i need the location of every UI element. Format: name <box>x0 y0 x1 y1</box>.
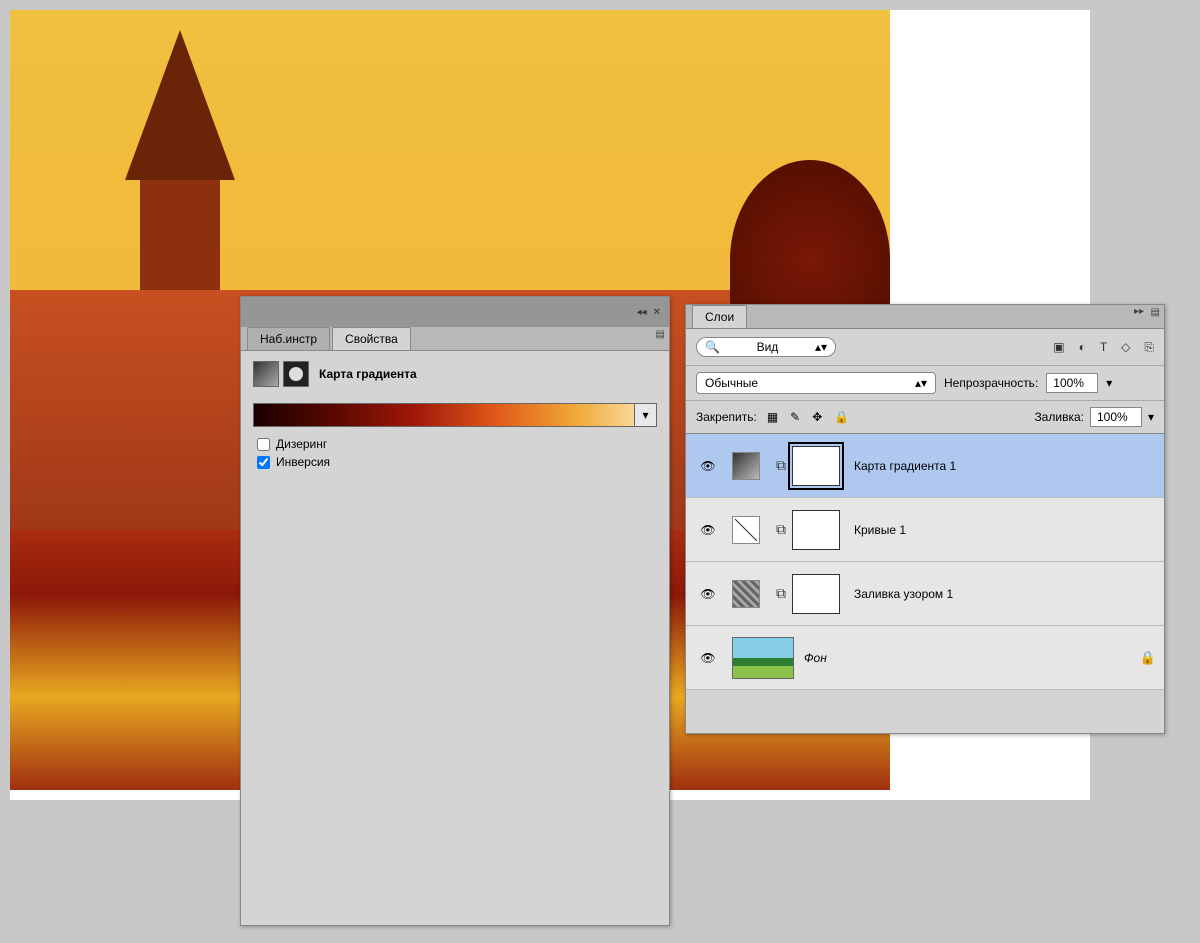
filter-kind-select[interactable]: 🔍 Вид ▴▾ <box>696 337 836 357</box>
lock-row: Закрепить: ▦ ✎ ✥ 🔒 Заливка: 100% ▾ <box>686 401 1164 434</box>
blend-row: Обычные ▴▾ Непрозрачность: 100% ▾ <box>686 366 1164 401</box>
inversion-checkbox[interactable] <box>257 456 270 469</box>
layer-row-pattern-fill[interactable]: 👁 ⧉ Заливка узором 1 <box>686 562 1164 626</box>
close-icon[interactable]: ✕ <box>653 307 661 318</box>
eye-icon: 👁 <box>700 587 715 601</box>
link-icon[interactable]: ⧉ <box>776 521 786 538</box>
fill-input[interactable]: 100% <box>1090 407 1142 427</box>
filter-icons: ▣ ◐ T ◇ ⎘ <box>1053 340 1154 355</box>
lock-icons: ▦ ✎ ✥ 🔒 <box>767 410 849 424</box>
panel-menu-icon[interactable]: ▤ <box>656 329 665 340</box>
properties-title: Карта градиента <box>319 367 417 381</box>
dithering-checkbox[interactable] <box>257 438 270 451</box>
link-icon[interactable]: ⧉ <box>776 457 786 474</box>
tab-layers[interactable]: Слои <box>692 305 747 328</box>
adjustment-thumb-pattern[interactable] <box>732 580 760 608</box>
visibility-toggle[interactable]: 👁 <box>694 523 722 537</box>
image-tower <box>125 30 235 310</box>
opacity-input[interactable]: 100% <box>1046 373 1098 393</box>
adjustment-thumb-gradient[interactable] <box>732 452 760 480</box>
layer-mask-thumb[interactable] <box>792 574 840 614</box>
layers-panel: Слои ▸▸ ▤ 🔍 Вид ▴▾ ▣ ◐ T ◇ ⎘ Обычные ▴▾ … <box>685 304 1165 734</box>
tab-instruments[interactable]: Наб.инстр <box>247 327 330 350</box>
search-icon: 🔍 <box>705 340 720 354</box>
opacity-value: 100% <box>1053 376 1084 390</box>
collapse-icon[interactable]: ◂◂ <box>637 307 647 318</box>
properties-tabs: Наб.инстр Свойства ▤ <box>241 327 669 351</box>
layers-tabs: Слои ▸▸ ▤ <box>686 305 1164 329</box>
link-icon[interactable]: ⧉ <box>776 585 786 602</box>
dithering-label: Дизеринг <box>276 437 327 451</box>
eye-icon: 👁 <box>700 523 715 537</box>
inversion-checkbox-row[interactable]: Инверсия <box>257 455 657 469</box>
filter-kind-label: Вид <box>757 340 779 354</box>
layer-name[interactable]: Карта градиента 1 <box>854 459 1156 473</box>
blend-mode-select[interactable]: Обычные ▴▾ <box>696 372 936 394</box>
eye-icon: 👁 <box>700 651 715 665</box>
layers-filter-row: 🔍 Вид ▴▾ ▣ ◐ T ◇ ⎘ <box>686 329 1164 366</box>
blend-mode-value: Обычные <box>705 376 758 390</box>
filter-text-icon[interactable]: T <box>1100 340 1107 355</box>
layer-row-background[interactable]: 👁 Фон 🔒 <box>686 626 1164 690</box>
lock-pixels-icon[interactable]: ✎ <box>790 410 800 424</box>
properties-panel: ◂◂ ✕ Наб.инстр Свойства ▤ Карта градиент… <box>240 296 670 926</box>
layer-row-curves[interactable]: 👁 ⧉ Кривые 1 <box>686 498 1164 562</box>
chevron-down-icon[interactable]: ▾ <box>1148 410 1154 424</box>
chevron-down-icon: ▴▾ <box>815 340 827 354</box>
filter-image-icon[interactable]: ▣ <box>1053 340 1064 355</box>
fill-group: Заливка: 100% ▾ <box>1034 407 1154 427</box>
layer-row-gradient-map[interactable]: 👁 ⧉ Карта градиента 1 <box>686 434 1164 498</box>
lock-label: Закрепить: <box>696 410 757 424</box>
visibility-toggle[interactable]: 👁 <box>694 459 722 473</box>
filter-smart-icon[interactable]: ⎘ <box>1144 340 1154 355</box>
eye-icon: 👁 <box>700 459 715 473</box>
adjustment-thumb-curves[interactable] <box>732 516 760 544</box>
layer-name[interactable]: Кривые 1 <box>854 523 1156 537</box>
properties-title-row: Карта градиента <box>253 361 657 387</box>
filter-adjust-icon[interactable]: ◐ <box>1079 340 1086 355</box>
fill-label: Заливка: <box>1034 410 1084 424</box>
gradient-map-icon[interactable] <box>253 361 279 387</box>
layers-list: 👁 ⧉ Карта градиента 1 👁 ⧉ Кривые 1 👁 ⧉ З… <box>686 434 1164 690</box>
layers-menu-icon[interactable]: ▤ <box>1151 307 1160 318</box>
chevron-down-icon[interactable]: ▾ <box>1106 376 1112 390</box>
mask-icon[interactable] <box>283 361 309 387</box>
gradient-preview[interactable]: ▾ <box>253 403 657 427</box>
chevron-down-icon: ▴▾ <box>915 376 927 390</box>
inversion-label: Инверсия <box>276 455 330 469</box>
layer-thumb-background[interactable] <box>732 637 794 679</box>
visibility-toggle[interactable]: 👁 <box>694 587 722 601</box>
lock-transparency-icon[interactable]: ▦ <box>767 410 778 424</box>
gradient-dropdown-icon[interactable]: ▾ <box>634 404 656 426</box>
filter-shape-icon[interactable]: ◇ <box>1121 340 1130 355</box>
lock-indicator-icon[interactable]: 🔒 <box>1140 650 1156 666</box>
tab-properties[interactable]: Свойства <box>332 327 411 350</box>
layer-mask-thumb[interactable] <box>792 446 840 486</box>
expand-icon[interactable]: ▸▸ <box>1134 306 1144 317</box>
visibility-toggle[interactable]: 👁 <box>694 651 722 665</box>
layer-name[interactable]: Фон <box>804 651 1140 665</box>
layer-name[interactable]: Заливка узором 1 <box>854 587 1156 601</box>
layer-mask-thumb[interactable] <box>792 510 840 550</box>
lock-position-icon[interactable]: ✥ <box>812 410 822 424</box>
properties-body: Карта градиента ▾ Дизеринг Инверсия <box>241 351 669 483</box>
panel-header: ◂◂ ✕ <box>241 297 669 327</box>
dithering-checkbox-row[interactable]: Дизеринг <box>257 437 657 451</box>
fill-value: 100% <box>1097 410 1128 424</box>
opacity-label: Непрозрачность: <box>944 376 1038 390</box>
lock-all-icon[interactable]: 🔒 <box>834 410 849 424</box>
